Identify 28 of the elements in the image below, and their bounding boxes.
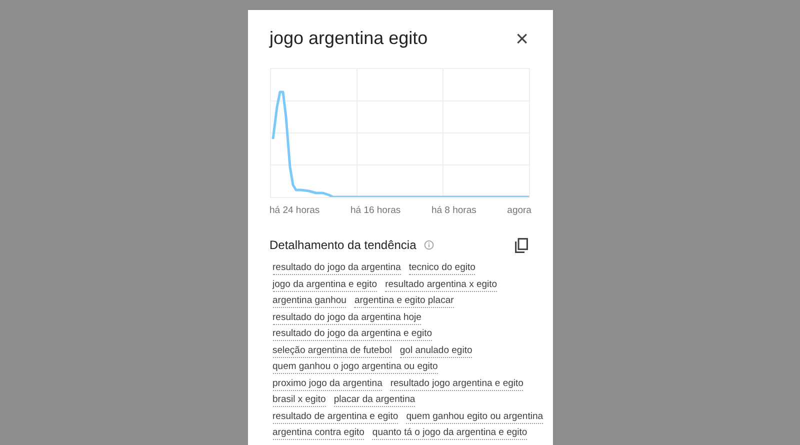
related-search-link[interactable]: argentina ganhou <box>272 295 346 308</box>
info-icon[interactable] <box>424 240 434 250</box>
axis-label: há 16 horas <box>350 204 401 218</box>
copy-icon[interactable] <box>514 238 528 253</box>
related-search-link[interactable]: resultado do jogo da argentina <box>272 262 401 276</box>
related-search-link[interactable]: proximo jogo da argentina <box>272 378 382 391</box>
axis-label: há 24 horas <box>270 204 320 218</box>
related-search-link[interactable]: quanto tá o jogo da argentina e egito <box>372 427 528 440</box>
related-search-link[interactable]: resultado jogo argentina e egito <box>390 378 524 391</box>
section-title: Detalhamento da tendência <box>270 237 416 254</box>
related-search-link[interactable]: quem ganhou o jogo argentina ou egito <box>272 361 438 374</box>
related-search-link[interactable]: brasil x egito <box>272 394 326 408</box>
related-search-link[interactable]: argentina contra egito <box>272 427 364 440</box>
related-search-link[interactable]: tecnico do egito <box>408 262 476 276</box>
related-search-link[interactable]: gol anulado egito <box>400 344 472 358</box>
related-search-link[interactable]: quem ganhou egito ou argentina <box>406 410 544 424</box>
related-search-link[interactable]: resultado do jogo da argentina e egito <box>272 328 432 342</box>
related-search-link[interactable]: resultado de argentina e egito <box>272 410 398 424</box>
related-search-link[interactable]: resultado argentina x egito <box>385 278 498 292</box>
axis-label: agora <box>507 204 532 218</box>
related-search-link[interactable]: argentina e egito placar <box>354 295 454 308</box>
close-button[interactable]: × <box>516 28 528 50</box>
related-search-link[interactable]: placar da argentina <box>334 394 416 408</box>
related-search-link[interactable]: jogo da argentina e egito <box>272 278 378 292</box>
related-search-link[interactable]: seleção argentina de futebol <box>272 344 392 358</box>
dialog-title: jogo argentina egito <box>270 27 428 50</box>
axis-label: há 8 horas <box>431 204 476 218</box>
related-search-link[interactable]: resultado do jogo da argentina hoje <box>272 312 422 325</box>
